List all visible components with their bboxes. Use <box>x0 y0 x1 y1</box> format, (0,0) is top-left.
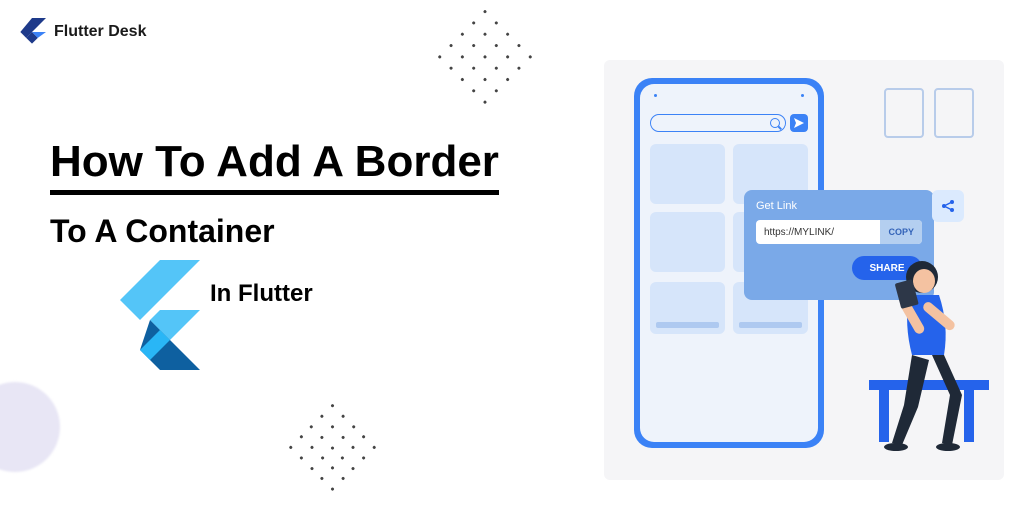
url-text: https://MYLINK/ <box>756 220 880 244</box>
phone-search-row <box>650 114 808 132</box>
decorative-dots-bottom <box>287 404 379 496</box>
person-illustration <box>854 255 994 455</box>
search-input <box>650 114 786 132</box>
share-icon <box>940 198 956 214</box>
flutter-logo-large <box>100 260 200 370</box>
copy-button: COPY <box>880 220 922 244</box>
brand-logo: Flutter Desk <box>18 18 146 46</box>
title-line-1: How To Add A Border <box>50 138 499 195</box>
title-line-3: In Flutter <box>210 280 499 308</box>
phone-status-bar <box>650 94 808 104</box>
flutter-logo-icon <box>18 18 46 46</box>
wall-frames <box>884 88 974 138</box>
send-button <box>790 114 808 132</box>
url-field: https://MYLINK/ COPY <box>756 220 922 244</box>
decorative-blob-left <box>0 382 60 472</box>
hero-illustration: Get Link https://MYLINK/ COPY SHARE <box>604 60 1004 480</box>
brand-name: Flutter Desk <box>54 23 146 41</box>
decorative-dots-top <box>436 10 535 109</box>
title-line-2: To A Container <box>50 213 499 250</box>
search-icon <box>770 118 780 128</box>
dialog-title: Get Link <box>756 200 922 212</box>
share-bubble <box>932 190 964 222</box>
